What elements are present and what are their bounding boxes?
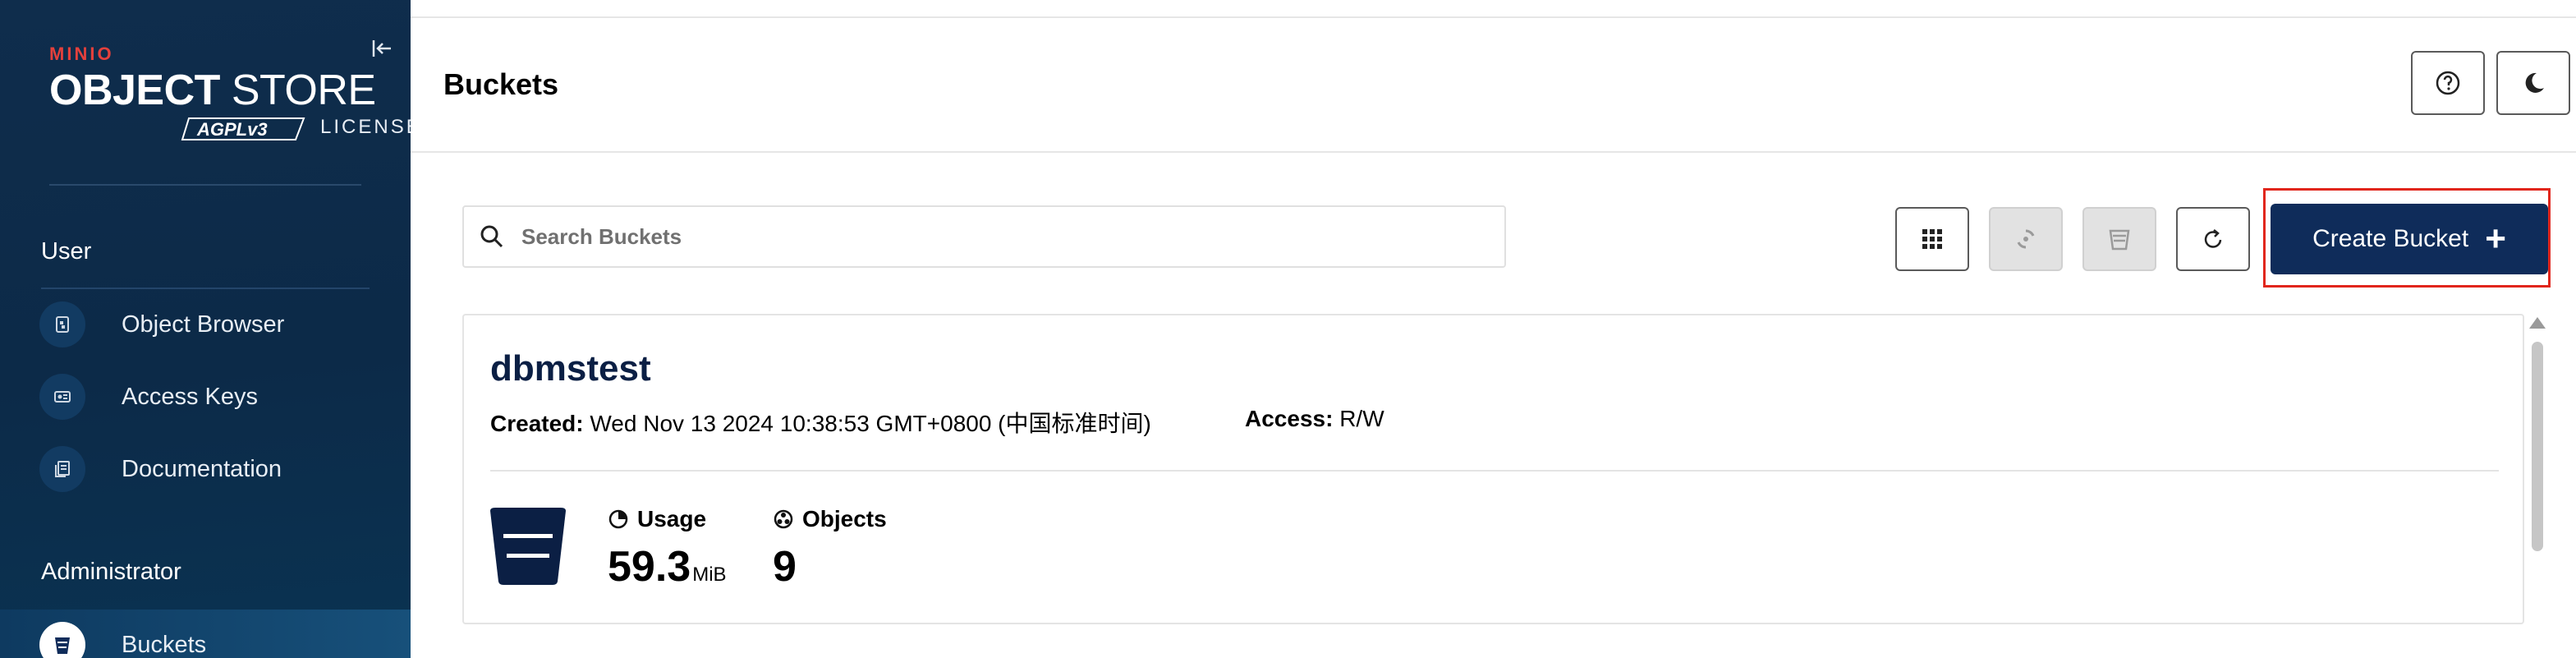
top-divider	[411, 16, 2576, 18]
bucket-lifecycle-icon	[2109, 229, 2130, 251]
section-title-user: User	[41, 238, 92, 265]
logo-brand: OBJECT STORE	[49, 67, 376, 113]
sidebar-divider	[49, 184, 361, 186]
agpl-logo-icon: AGPLv3	[181, 117, 305, 140]
usage-stat: Usage 59.3MiB	[608, 506, 727, 591]
bucket-created: Created: Wed Nov 13 2024 10:38:53 GMT+08…	[490, 406, 1151, 439]
section-divider-user	[41, 288, 370, 289]
replication-button[interactable]	[1989, 207, 2063, 271]
moon-icon	[2525, 72, 2544, 93]
theme-toggle-button[interactable]	[2496, 51, 2570, 115]
help-icon	[2436, 71, 2460, 95]
object-browser-icon	[39, 301, 85, 347]
sidebar-item-label: Buckets	[122, 631, 207, 658]
usage-unit: MiB	[692, 564, 727, 586]
top-bar: Buckets	[411, 0, 2576, 153]
sidebar-item-label: Access Keys	[122, 383, 258, 410]
scrollbar-thumb[interactable]	[2532, 342, 2543, 551]
sidebar-item-label: Object Browser	[122, 311, 285, 338]
page-title: Buckets	[443, 67, 559, 101]
sidebar-item-object-browser[interactable]: Object Browser	[39, 296, 411, 353]
plus-icon: +	[2485, 219, 2506, 259]
collapse-sidebar-icon[interactable]	[370, 36, 394, 61]
sidebar-item-documentation[interactable]: Documentation	[39, 440, 411, 498]
sidebar-item-access-keys[interactable]: Access Keys	[39, 368, 411, 426]
help-button[interactable]	[2411, 51, 2485, 115]
logo-brand-bold: OBJECT	[49, 67, 220, 114]
objects-value: 9	[773, 543, 797, 591]
search-input[interactable]	[521, 223, 1466, 250]
usage-value: 59.3	[608, 543, 691, 591]
search-icon	[480, 225, 503, 248]
objects-icon	[774, 509, 793, 529]
pie-chart-icon	[608, 509, 628, 529]
bucket-name[interactable]: dbmstest	[490, 348, 651, 389]
refresh-button[interactable]	[2176, 207, 2250, 271]
refresh-icon	[2204, 229, 2222, 248]
usage-label: Usage	[637, 506, 707, 531]
sidebar-item-buckets[interactable]: Buckets	[0, 610, 411, 658]
sidebar: MINIO OBJECT STORE AGPLv3 LICENSE User O…	[0, 0, 411, 658]
minio-logo: MINIO OBJECT STORE AGPLv3 LICENSE	[49, 44, 411, 140]
access-label: Access:	[1245, 406, 1334, 431]
usage-value-row: 59.3MiB	[608, 542, 727, 591]
scroll-up-arrow-icon[interactable]	[2529, 317, 2546, 329]
sidebar-item-label: Documentation	[122, 455, 282, 482]
create-bucket-button[interactable]: Create Bucket +	[2271, 204, 2548, 274]
usage-label-row: Usage	[608, 506, 727, 532]
card-divider	[490, 470, 2499, 472]
search-bar	[462, 205, 1506, 268]
created-label: Created:	[490, 411, 584, 436]
grid-icon	[1922, 229, 1942, 249]
bucket-access: Access: R/W	[1245, 406, 1384, 432]
grid-view-button[interactable]	[1895, 207, 1969, 271]
section-title-administrator: Administrator	[41, 559, 181, 585]
bucket-lifecycle-button[interactable]	[2082, 207, 2156, 271]
documentation-icon	[39, 446, 85, 492]
access-keys-icon	[39, 374, 85, 420]
logo-brand-light: STORE	[231, 67, 376, 114]
create-bucket-label: Create Bucket	[2312, 225, 2469, 252]
logo-minio-text: MINIO	[49, 44, 114, 64]
access-value: R/W	[1339, 406, 1384, 431]
agpl-text: AGPLv3	[196, 119, 268, 140]
bucket-card[interactable]: dbmstest Created: Wed Nov 13 2024 10:38:…	[462, 314, 2524, 624]
objects-label-row: Objects	[773, 506, 887, 532]
bucket-large-icon	[490, 508, 566, 585]
replication-icon	[2017, 229, 2035, 249]
objects-stat: Objects 9	[773, 506, 887, 591]
bucket-icon	[39, 622, 85, 658]
logo-license-text: LICENSE	[320, 116, 411, 138]
objects-label: Objects	[802, 506, 887, 531]
created-value: Wed Nov 13 2024 10:38:53 GMT+0800 (中国标准时…	[590, 411, 1151, 436]
vertical-scrollbar[interactable]	[2529, 317, 2546, 564]
